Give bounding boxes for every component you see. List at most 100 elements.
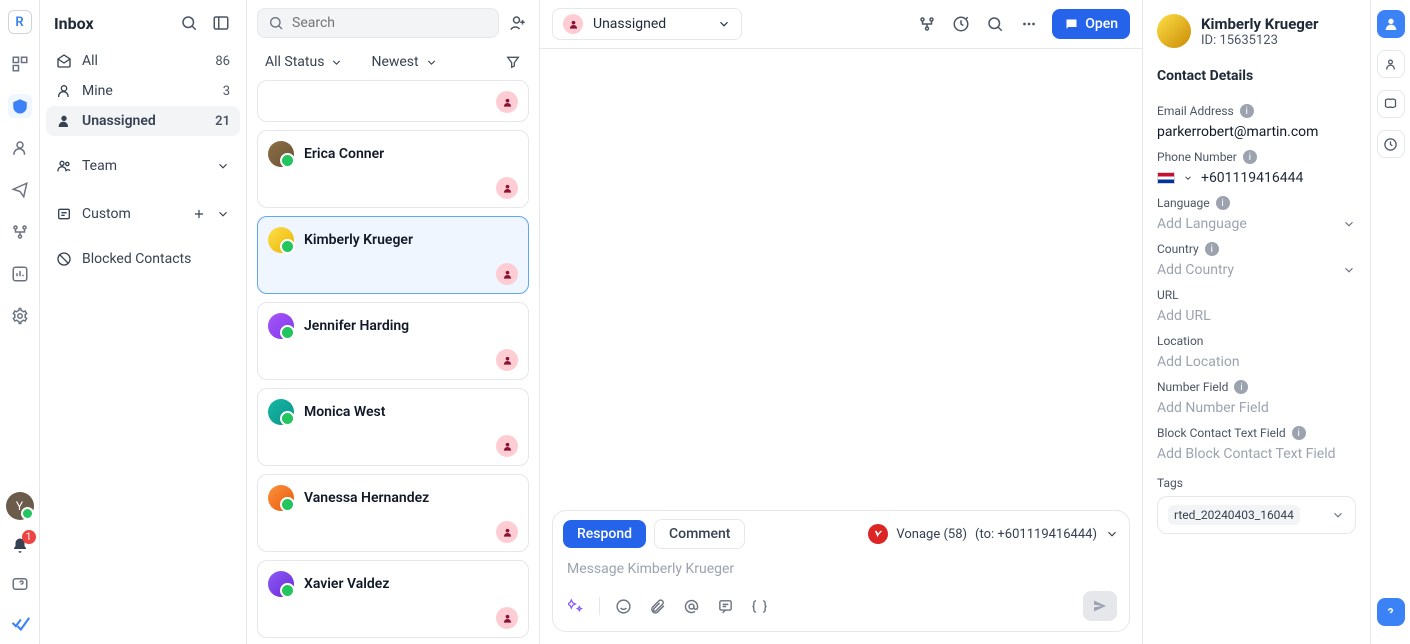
field-label-location: Location bbox=[1157, 334, 1203, 348]
field-value-phone[interactable]: +601119416444 bbox=[1157, 170, 1356, 186]
emoji-icon[interactable] bbox=[612, 595, 634, 617]
open-status-label: Open bbox=[1085, 16, 1118, 32]
unassigned-avatar-icon bbox=[496, 177, 518, 199]
filter-status-dropdown[interactable]: All Status bbox=[265, 54, 343, 70]
conversation-card[interactable]: Vanessa Hernandez bbox=[257, 474, 529, 552]
conversation-card[interactable]: Xavier Valdez bbox=[257, 560, 529, 638]
chevron-down-icon bbox=[717, 17, 731, 31]
inbox-item-label: Mine bbox=[82, 83, 113, 99]
tag-chip[interactable]: rted_20240403_16044 bbox=[1168, 505, 1300, 525]
user-avatar[interactable]: Y bbox=[6, 492, 34, 520]
snooze-icon[interactable] bbox=[950, 13, 972, 35]
broadcast-nav-icon[interactable] bbox=[8, 178, 32, 202]
info-icon[interactable]: i bbox=[1243, 150, 1257, 164]
country-flag-icon bbox=[1157, 172, 1175, 184]
search-icon[interactable] bbox=[178, 12, 200, 34]
inbox-item-label: Blocked Contacts bbox=[82, 251, 191, 267]
country-dropdown[interactable]: Add Country bbox=[1157, 262, 1356, 278]
conversation-card[interactable] bbox=[257, 80, 529, 122]
inbox-item-label: All bbox=[82, 53, 98, 69]
app-logo[interactable]: R bbox=[8, 10, 32, 34]
contacts-nav-icon[interactable] bbox=[8, 136, 32, 160]
mention-icon[interactable] bbox=[680, 595, 702, 617]
inbox-group-team[interactable]: Team bbox=[46, 148, 240, 184]
inbox-item-blocked[interactable]: Blocked Contacts bbox=[46, 244, 240, 274]
unassigned-avatar-icon bbox=[496, 435, 518, 457]
assignee-dropdown[interactable]: Unassigned bbox=[552, 8, 742, 40]
assignee-label: Unassigned bbox=[593, 16, 707, 32]
search-field[interactable] bbox=[292, 15, 488, 31]
unassigned-avatar-icon bbox=[496, 607, 518, 629]
conversation-card[interactable]: Kimberly Krueger bbox=[257, 216, 529, 294]
filter-sort-dropdown[interactable]: Newest bbox=[371, 54, 437, 70]
snippet-icon[interactable] bbox=[714, 595, 736, 617]
field-label-tags: Tags bbox=[1157, 476, 1183, 490]
status-check-icon[interactable] bbox=[8, 610, 32, 634]
info-icon[interactable]: i bbox=[1216, 196, 1230, 210]
conversation-card[interactable]: Monica West bbox=[257, 388, 529, 466]
filter-icon[interactable] bbox=[505, 54, 521, 70]
help-icon[interactable] bbox=[8, 572, 32, 596]
location-input[interactable]: Add Location bbox=[1157, 354, 1356, 370]
help-button[interactable] bbox=[1377, 598, 1405, 626]
settings-nav-icon[interactable] bbox=[8, 304, 32, 328]
collapse-panel-icon[interactable] bbox=[210, 12, 232, 34]
number-field-input[interactable]: Add Number Field bbox=[1157, 400, 1356, 416]
contact-avatar bbox=[268, 227, 294, 253]
inbox-item-mine[interactable]: Mine 3 bbox=[46, 76, 240, 106]
tags-selector[interactable]: rted_20240403_16044 bbox=[1157, 496, 1356, 534]
tab-respond[interactable]: Respond bbox=[563, 520, 646, 548]
conversation-card[interactable]: Jennifer Harding bbox=[257, 302, 529, 380]
contact-detail-avatar bbox=[1157, 14, 1191, 48]
message-input[interactable] bbox=[567, 561, 1115, 577]
variable-icon[interactable] bbox=[748, 595, 770, 617]
open-status-button[interactable]: Open bbox=[1052, 9, 1130, 39]
contact-avatar bbox=[268, 485, 294, 511]
attachment-icon[interactable] bbox=[646, 595, 668, 617]
url-input[interactable]: Add URL bbox=[1157, 308, 1356, 324]
conversation-search-input[interactable] bbox=[257, 8, 499, 38]
channel-selector[interactable]: Vonage (58) (to: +601119416444) bbox=[868, 524, 1119, 544]
info-icon[interactable]: i bbox=[1205, 242, 1219, 256]
channel-panel-icon[interactable] bbox=[1377, 90, 1405, 118]
contact-name: Jennifer Harding bbox=[304, 318, 409, 334]
phone-number-text: +601119416444 bbox=[1201, 170, 1303, 186]
inbox-item-all[interactable]: All 86 bbox=[46, 46, 240, 76]
field-label-phone: Phone Number bbox=[1157, 150, 1237, 164]
field-value-email[interactable]: parkerrobert@martin.com bbox=[1157, 124, 1356, 140]
field-label-number: Number Field bbox=[1157, 380, 1228, 394]
inbox-group-custom[interactable]: Custom bbox=[46, 196, 240, 232]
info-icon[interactable]: i bbox=[1234, 380, 1248, 394]
dashboard-nav-icon[interactable] bbox=[8, 52, 32, 76]
tab-comment[interactable]: Comment bbox=[654, 519, 745, 549]
search-conversation-icon[interactable] bbox=[984, 13, 1006, 35]
contact-detail-name: Kimberly Krueger bbox=[1201, 15, 1318, 33]
send-button[interactable] bbox=[1083, 591, 1117, 621]
history-panel-icon[interactable] bbox=[1377, 130, 1405, 158]
unassigned-avatar-icon bbox=[496, 263, 518, 285]
more-icon[interactable] bbox=[1018, 13, 1040, 35]
workflow-icon[interactable] bbox=[916, 13, 938, 35]
notifications-icon[interactable]: 1 bbox=[8, 534, 32, 558]
plus-icon[interactable] bbox=[192, 207, 206, 221]
messages-area bbox=[540, 49, 1142, 510]
unassigned-avatar-icon bbox=[496, 521, 518, 543]
inbox-nav-icon[interactable] bbox=[8, 94, 32, 118]
vonage-icon bbox=[868, 524, 888, 544]
info-icon[interactable]: i bbox=[1240, 104, 1254, 118]
channel-name: Vonage (58) bbox=[896, 527, 967, 542]
info-icon[interactable]: i bbox=[1292, 426, 1306, 440]
block-text-input[interactable]: Add Block Contact Text Field bbox=[1157, 446, 1356, 462]
language-dropdown[interactable]: Add Language bbox=[1157, 216, 1356, 232]
reports-nav-icon[interactable] bbox=[8, 262, 32, 286]
contact-panel-icon[interactable] bbox=[1377, 10, 1405, 38]
contact-name: Erica Conner bbox=[304, 146, 384, 162]
inbox-item-unassigned[interactable]: Unassigned 21 bbox=[46, 106, 240, 136]
add-contact-icon[interactable] bbox=[507, 12, 529, 34]
country-placeholder: Add Country bbox=[1157, 262, 1234, 278]
workflow-nav-icon[interactable] bbox=[8, 220, 32, 244]
conversation-card[interactable]: Erica Conner bbox=[257, 130, 529, 208]
chevron-down-icon[interactable] bbox=[1183, 173, 1193, 183]
activity-panel-icon[interactable] bbox=[1377, 50, 1405, 78]
ai-assist-icon[interactable] bbox=[565, 595, 587, 617]
